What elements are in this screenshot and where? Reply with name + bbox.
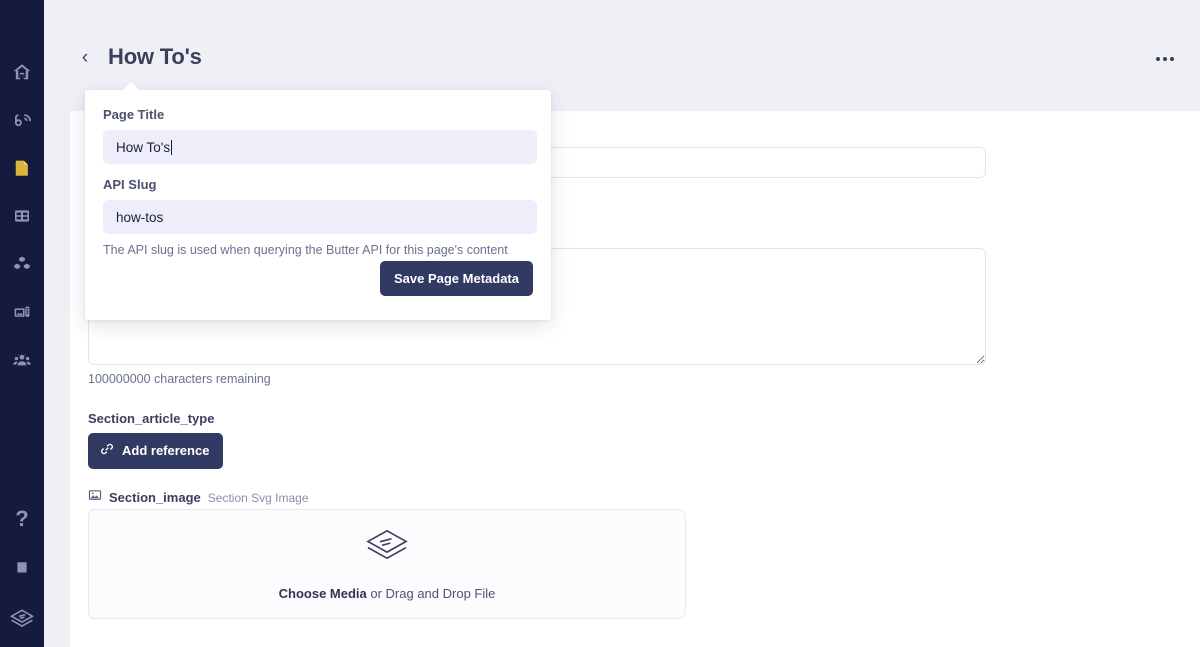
- sidebar-item-pages[interactable]: [0, 144, 44, 192]
- docs-icon: [12, 557, 32, 577]
- text-caret: [171, 139, 173, 155]
- kebab-menu-icon-dot: [1170, 57, 1174, 61]
- image-icon: [88, 488, 102, 507]
- team-icon: [12, 350, 32, 370]
- help-icon: ?: [15, 506, 29, 531]
- add-reference-button[interactable]: Add reference: [88, 433, 224, 469]
- field-sublabel-section-image: Section Svg Image: [207, 490, 309, 505]
- dropzone-choose-media-link[interactable]: Choose Media: [279, 586, 367, 601]
- blog-icon: [12, 110, 32, 130]
- api-slug-input[interactable]: how-tos: [103, 200, 537, 234]
- characters-remaining-text: 100000000 characters remaining: [88, 372, 271, 386]
- collections-icon: [12, 206, 32, 226]
- popover-body: Page Title How To's API Slug how-tos The…: [85, 90, 551, 320]
- sidebar-item-components[interactable]: [0, 240, 44, 288]
- sidebar-item-team[interactable]: [0, 336, 44, 384]
- home-icon: [12, 62, 32, 82]
- api-slug-help-text: The API slug is used when querying the B…: [103, 243, 508, 257]
- page-title-input-value: How To's: [116, 139, 171, 155]
- save-page-metadata-button[interactable]: Save Page Metadata: [379, 261, 533, 296]
- stack-icon: [364, 527, 410, 572]
- kebab-menu-icon-dot: [1163, 57, 1167, 61]
- page-title: How To's: [108, 44, 202, 69]
- butter-logo-icon: [9, 608, 35, 630]
- sidebar-item-home[interactable]: [0, 48, 44, 96]
- sidebar-item-blog[interactable]: [0, 96, 44, 144]
- link-icon: [100, 442, 114, 459]
- api-slug-input-value: how-tos: [116, 209, 164, 225]
- sidebar-item-media[interactable]: [0, 288, 44, 336]
- api-slug-label: API Slug: [103, 177, 157, 192]
- page-metadata-popover: Page Title How To's API Slug how-tos The…: [85, 82, 551, 320]
- field-label-article-type: Section_article_type: [88, 411, 215, 426]
- back-button[interactable]: ‹: [74, 45, 96, 71]
- sidebar-item-butter-logo[interactable]: [0, 591, 44, 647]
- sidebar-item-collections[interactable]: [0, 192, 44, 240]
- media-icon: [12, 302, 32, 322]
- page-title-input[interactable]: How To's: [103, 130, 537, 164]
- page-title-label: Page Title: [103, 107, 165, 122]
- sidebar-item-help[interactable]: ?: [0, 495, 44, 543]
- add-reference-button-label: Add reference: [122, 443, 210, 458]
- pages-icon: [12, 158, 32, 178]
- media-dropzone[interactable]: Choose Media or Drag and Drop File: [88, 509, 686, 619]
- field-label-section-image: Section_image: [109, 490, 201, 505]
- dropzone-rest-text: or Drag and Drop File: [366, 586, 496, 601]
- field-label-section-image-row: Section_image Section Svg Image: [88, 488, 309, 507]
- kebab-menu-icon-dot: [1156, 57, 1160, 61]
- dropzone-text: Choose Media or Drag and Drop File: [279, 586, 496, 601]
- sidebar-item-docs[interactable]: [0, 543, 44, 591]
- components-icon: [12, 254, 32, 274]
- app-root: ? ‹ How To's 100000000 characters remain…: [0, 0, 1200, 647]
- primary-sidebar: ?: [0, 0, 44, 647]
- page-options-menu-button[interactable]: [1150, 48, 1180, 70]
